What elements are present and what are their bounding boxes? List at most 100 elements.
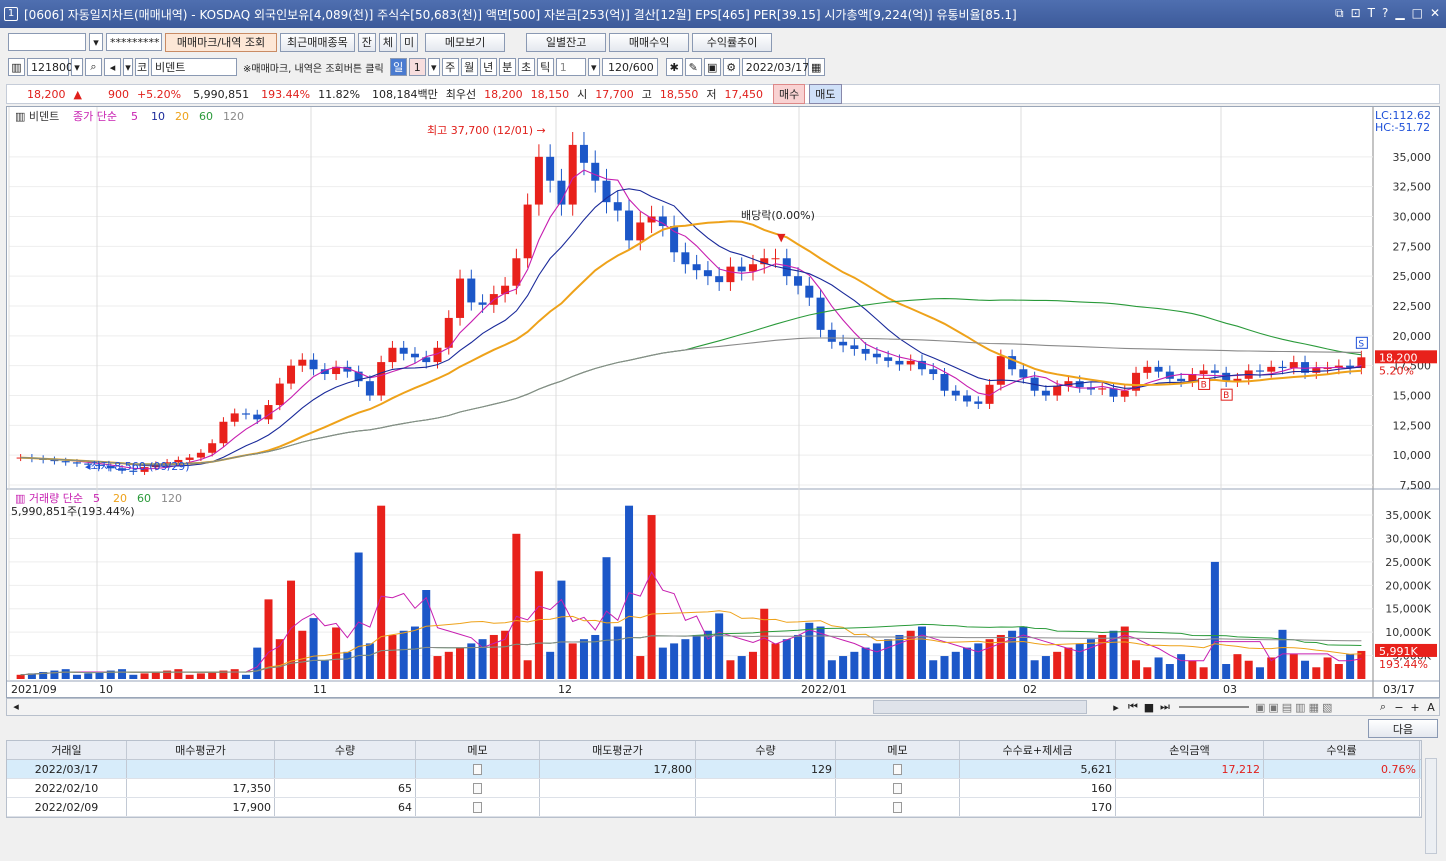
candle-body (241, 413, 250, 415)
scroll-right-icon[interactable]: ▸ (1107, 701, 1125, 714)
scroll-thumb[interactable] (873, 700, 1087, 714)
draw-icon[interactable]: ✎ (684, 58, 702, 76)
settings-gear-icon[interactable]: ⚙ (722, 58, 740, 76)
memo-icon[interactable] (836, 779, 960, 797)
minimize-icon[interactable]: ▁ (1395, 6, 1404, 21)
table-scrollbar[interactable] (1425, 758, 1437, 854)
layout-icon[interactable]: ▥ (8, 58, 25, 76)
sound-dropdown-icon[interactable]: ▾ (123, 58, 133, 76)
sell-button[interactable]: 매도 (809, 84, 842, 104)
memo-icon[interactable] (416, 760, 540, 778)
column-header[interactable]: 메모 (416, 741, 540, 759)
zoom-search-icon[interactable]: ⌕ (1375, 700, 1391, 714)
jump-start-icon[interactable]: ⏮ (1125, 700, 1141, 714)
close-icon[interactable]: ✕ (1430, 6, 1440, 21)
candle-body (298, 359, 307, 366)
candle-body (850, 345, 859, 349)
column-header[interactable]: 손익금액 (1116, 741, 1264, 759)
period-second-tab[interactable]: 초 (517, 58, 535, 76)
period-tick-tab[interactable]: 틱 (536, 58, 554, 76)
column-header[interactable]: 메모 (836, 741, 960, 759)
column-header[interactable]: 매도평균가 (540, 741, 696, 759)
stock-chart[interactable]: 35,000 32,500 30,000 27,500 25,000 22,500 20,0… (6, 106, 1440, 698)
stock-name-field[interactable]: 비덴트 (151, 58, 237, 76)
text-size-icon[interactable]: A (1423, 701, 1439, 714)
column-header[interactable]: 수량 (275, 741, 416, 759)
indicator-icon[interactable]: ✱ (665, 58, 683, 76)
volume-bar (748, 651, 757, 679)
table-cell (1264, 779, 1420, 797)
zoom-slider[interactable] (1179, 706, 1249, 708)
candle-body (1255, 370, 1264, 372)
candle-body (703, 270, 712, 277)
turnover-rate: 11.82% (318, 87, 361, 101)
zoom-out-icon[interactable]: − (1391, 701, 1407, 714)
tick-count-input[interactable]: 1 (555, 58, 586, 76)
period-multiplier[interactable]: 1 (408, 58, 426, 76)
column-header[interactable]: 매수평균가 (127, 741, 275, 759)
period-year-tab[interactable]: 년 (479, 58, 497, 76)
period-month-tab[interactable]: 월 (460, 58, 478, 76)
table-row[interactable]: 2022/03/17 17,800 129 5,621 17,212 0.76% (7, 760, 1421, 779)
column-header[interactable]: 거래일 (7, 741, 127, 759)
balance-button[interactable]: 잔 (357, 32, 376, 52)
unexecuted-button[interactable]: 미 (399, 32, 419, 52)
date-input[interactable]: 2022/03/17 (741, 58, 809, 76)
scroll-left-icon[interactable]: ◂ (7, 699, 25, 715)
sound-icon[interactable]: ◂ (104, 58, 121, 76)
link-icon[interactable]: ⊡ (1351, 6, 1361, 21)
multiplier-dropdown-icon[interactable]: ▾ (427, 58, 440, 76)
buy-mark-label: B (1223, 391, 1229, 401)
legend-ma-period: 60 (199, 110, 213, 123)
column-header[interactable]: 수익률 (1264, 741, 1420, 759)
column-header[interactable]: 수수료+제세금 (960, 741, 1116, 759)
jump-end-icon[interactable]: ⏭ (1157, 700, 1173, 714)
trade-mark-query-button[interactable]: 매매마크/내역 조회 (165, 32, 277, 52)
font-icon[interactable]: T (1368, 6, 1375, 21)
account-input[interactable] (8, 33, 86, 51)
table-row[interactable]: 2022/02/09 17,900 64 170 (7, 798, 1421, 817)
memo-icon[interactable] (836, 798, 960, 816)
account-dropdown-icon[interactable]: ▾ (89, 33, 103, 51)
period-week-tab[interactable]: 주 (441, 58, 459, 76)
candle-body (929, 369, 938, 375)
column-header[interactable]: 수량 (696, 741, 836, 759)
restore-icon[interactable]: ⧉ (1335, 6, 1344, 21)
table-cell (1264, 798, 1420, 816)
table-row[interactable]: 2022/02/10 17,350 65 160 (7, 779, 1421, 798)
help-icon[interactable]: ? (1382, 6, 1388, 21)
daily-balance-button[interactable]: 일별잔고 (526, 32, 607, 52)
memo-icon[interactable] (836, 760, 960, 778)
memo-icon[interactable] (416, 779, 540, 797)
password-input[interactable]: ********* (106, 33, 162, 51)
recent-trades-button[interactable]: 최근매매종목 (280, 32, 355, 52)
stock-code-input[interactable]: 121800 (27, 58, 73, 76)
executed-button[interactable]: 체 (378, 32, 397, 52)
window-title: [0606] 자동일지차트(매매내역) - KOSDAQ 외국인보유[4,089… (24, 7, 1017, 22)
next-button[interactable]: 다음 (1368, 719, 1438, 738)
volume-bar (320, 660, 329, 679)
candle-body (399, 347, 408, 354)
volume-bar (1177, 654, 1186, 679)
stop-icon[interactable]: ■ (1141, 701, 1157, 714)
volume-bar (523, 660, 532, 679)
chart-canvas[interactable]: 35,000 32,500 30,000 27,500 25,000 22,500 20,0… (7, 107, 1439, 697)
search-icon[interactable]: ⌕ (85, 58, 102, 76)
tick-dropdown-icon[interactable]: ▾ (587, 58, 600, 76)
memo-view-button[interactable]: 메모보기 (425, 32, 506, 52)
period-minute-tab[interactable]: 분 (498, 58, 516, 76)
return-trend-button[interactable]: 수익률추이 (692, 32, 773, 52)
memo-icon[interactable] (416, 798, 540, 816)
data-count-input[interactable]: 120/600 (601, 58, 658, 76)
maximize-icon[interactable]: □ (1412, 6, 1423, 21)
save-icon[interactable]: ▣ (703, 58, 721, 76)
buy-button[interactable]: 매수 (773, 84, 806, 104)
trade-profit-button[interactable]: 매매수익 (609, 32, 690, 52)
calendar-icon[interactable]: ▦ (807, 58, 825, 76)
period-day-tab[interactable]: 일 (389, 58, 407, 76)
chart-scrollbar[interactable]: ◂ ▸ ⏮ ■ ⏭ ▣▣▤▥▦▧ ⌕ − + A (6, 698, 1440, 716)
candle-body (1267, 366, 1276, 372)
code-dropdown-icon[interactable]: ▾ (71, 58, 83, 76)
chart-tools-icon[interactable]: ▣▣▤▥▦▧ (1255, 701, 1375, 714)
zoom-in-icon[interactable]: + (1407, 701, 1423, 714)
